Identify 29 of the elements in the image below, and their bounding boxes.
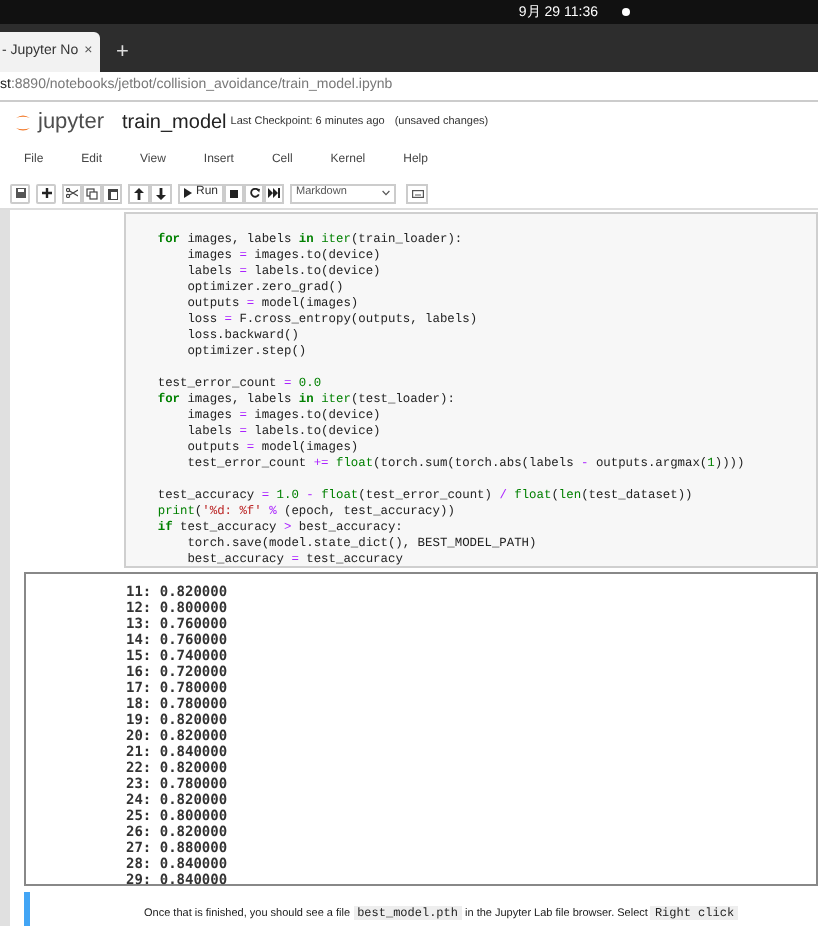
move-down-button[interactable]: [150, 183, 172, 203]
clipboard-icon: [107, 187, 117, 199]
save-button[interactable]: [10, 183, 30, 203]
move-up-button[interactable]: [128, 183, 150, 203]
code-input[interactable]: [124, 212, 818, 568]
play-icon: [184, 188, 192, 198]
fast-forward-icon: [268, 188, 281, 198]
arrow-down-icon: [156, 187, 166, 199]
run-all-button[interactable]: [264, 183, 285, 203]
copy-button[interactable]: [82, 183, 102, 203]
command-palette-button[interactable]: [406, 183, 429, 203]
plus-icon: [41, 188, 51, 198]
restart-icon: [249, 188, 260, 198]
notebook-name[interactable]: train_model: [122, 108, 227, 138]
scissors-icon: [66, 188, 78, 198]
new-tab-button[interactable]: +: [116, 42, 129, 64]
paste-button[interactable]: [102, 183, 122, 203]
copy-icon: [86, 187, 98, 199]
chevron-down-icon: [382, 190, 391, 196]
cut-button[interactable]: [62, 183, 82, 203]
restart-button[interactable]: [244, 183, 265, 203]
jupyter-logo-icon: [14, 112, 32, 134]
stop-icon: [230, 189, 239, 197]
keyboard-icon: [411, 189, 424, 197]
jupyter-wordmark[interactable]: jupyter: [38, 106, 105, 140]
save-icon: [15, 188, 25, 198]
insert-cell-button[interactable]: [36, 183, 56, 203]
arrow-up-icon: [134, 187, 144, 199]
stop-button[interactable]: [224, 183, 245, 203]
